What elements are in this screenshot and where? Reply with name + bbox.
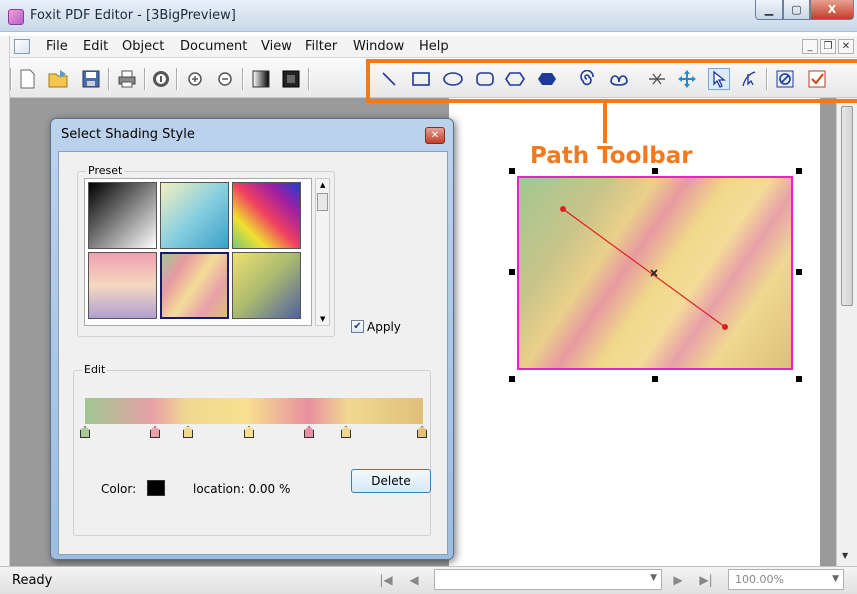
selection-handle[interactable] — [509, 269, 515, 275]
preset-list[interactable] — [84, 178, 312, 326]
preset-group: Preset ▲ ▼ — [77, 164, 335, 337]
mdi-close-button[interactable]: ✕ — [838, 39, 854, 54]
mdi-restore-button[interactable]: ❐ — [820, 39, 836, 54]
dialog-body: Preset ▲ ▼ ✔ Apply Edit Color: location:… — [58, 151, 448, 555]
location-readout: location: 0.00 % — [193, 482, 291, 496]
foxit-app-icon — [8, 9, 24, 25]
menu-filter[interactable]: Filter — [305, 39, 337, 54]
preset-scroll-thumb[interactable] — [317, 193, 328, 211]
selection-handle[interactable] — [509, 168, 515, 174]
apply-label: Apply — [367, 320, 401, 334]
vertical-scrollbar[interactable]: ▼ — [836, 98, 857, 566]
color-picker-swatch[interactable] — [147, 480, 165, 496]
preset-swatch[interactable] — [160, 182, 229, 249]
last-page-icon[interactable]: ▶| — [698, 572, 714, 588]
print-icon[interactable] — [116, 68, 138, 90]
menu-view[interactable]: View — [261, 39, 292, 54]
preset-swatch-selected[interactable] — [160, 252, 229, 319]
mdi-minimize-button[interactable]: _ — [802, 39, 818, 54]
preset-swatch[interactable] — [232, 252, 301, 319]
zoom-in-icon[interactable] — [184, 68, 206, 90]
next-page-icon[interactable]: ▶ — [670, 572, 686, 588]
info-icon[interactable] — [150, 68, 172, 90]
window-title: Foxit PDF Editor - [3BigPreview] — [30, 8, 236, 23]
preset-scrollbar[interactable]: ▲ ▼ — [315, 178, 330, 326]
selection-handle[interactable] — [796, 168, 802, 174]
apply-checkbox[interactable]: ✔ — [351, 320, 364, 333]
edit-label: Edit — [82, 363, 108, 376]
callout-line — [603, 103, 607, 143]
toolbar-grip — [10, 68, 12, 90]
dialog-title: Select Shading Style — [61, 127, 195, 142]
zoom-field[interactable]: 100.00% ▼ — [728, 569, 844, 590]
color-label: Color: — [101, 482, 137, 496]
selection-handle[interactable] — [796, 376, 802, 382]
title-bar: Foxit PDF Editor - [3BigPreview] ▁ ▢ X — [0, 0, 857, 32]
status-text: Ready — [12, 573, 53, 588]
path-toolbar-highlight — [366, 59, 857, 103]
scrollbar-thumb[interactable] — [841, 106, 853, 306]
menu-window[interactable]: Window — [353, 39, 404, 54]
zoom-value: 100.00% — [735, 573, 784, 586]
menu-document[interactable]: Document — [180, 39, 247, 54]
menu-help[interactable]: Help — [419, 39, 449, 54]
zoom-dropdown-arrow-icon[interactable]: ▼ — [832, 574, 839, 584]
zoom-out-icon[interactable] — [214, 68, 236, 90]
scroll-down-arrow-icon[interactable]: ▼ — [320, 315, 325, 323]
scroll-up-arrow-icon[interactable]: ▲ — [320, 181, 325, 189]
previous-page-icon[interactable]: ◀ — [406, 572, 422, 588]
select-shading-style-dialog: Select Shading Style ✕ Preset ▲ ▼ ✔ Appl… — [50, 118, 454, 560]
menu-object[interactable]: Object — [122, 39, 164, 54]
shading-direction-line[interactable] — [519, 178, 791, 368]
shading-icon[interactable] — [250, 68, 272, 90]
edit-group: Edit — [73, 363, 431, 536]
document-icon — [14, 39, 30, 54]
save-icon[interactable] — [80, 68, 102, 90]
menu-bar: File Edit Object Document View Filter Wi… — [10, 36, 857, 58]
menu-file[interactable]: File — [46, 39, 68, 54]
path-toolbar-label: Path Toolbar — [530, 143, 693, 169]
preset-label: Preset — [86, 164, 125, 177]
shaded-rectangle-object[interactable] — [517, 176, 793, 370]
delete-stop-button[interactable]: Delete — [351, 469, 431, 493]
selection-handle[interactable] — [509, 376, 515, 382]
close-window-button[interactable]: X — [810, 0, 854, 20]
menu-edit[interactable]: Edit — [83, 39, 108, 54]
gradient-editor-bar[interactable] — [85, 398, 423, 424]
maximize-button[interactable]: ▢ — [783, 0, 810, 20]
dialog-close-button[interactable]: ✕ — [425, 127, 445, 144]
page-dropdown-arrow-icon[interactable]: ▼ — [650, 573, 657, 583]
black-fill-icon[interactable] — [280, 68, 302, 90]
page-number-field[interactable]: ▼ — [434, 569, 662, 590]
minimize-button[interactable]: ▁ — [755, 0, 783, 20]
first-page-icon[interactable]: |◀ — [378, 572, 394, 588]
selection-handle[interactable] — [652, 376, 658, 382]
new-icon[interactable] — [16, 68, 38, 90]
preset-swatch[interactable] — [88, 182, 157, 249]
scroll-down-arrow-icon[interactable]: ▼ — [842, 551, 848, 560]
left-frame — [0, 36, 10, 566]
selection-handle[interactable] — [796, 269, 802, 275]
open-icon[interactable] — [48, 68, 70, 90]
preset-swatch[interactable] — [232, 182, 301, 249]
preset-swatch[interactable] — [88, 252, 157, 319]
